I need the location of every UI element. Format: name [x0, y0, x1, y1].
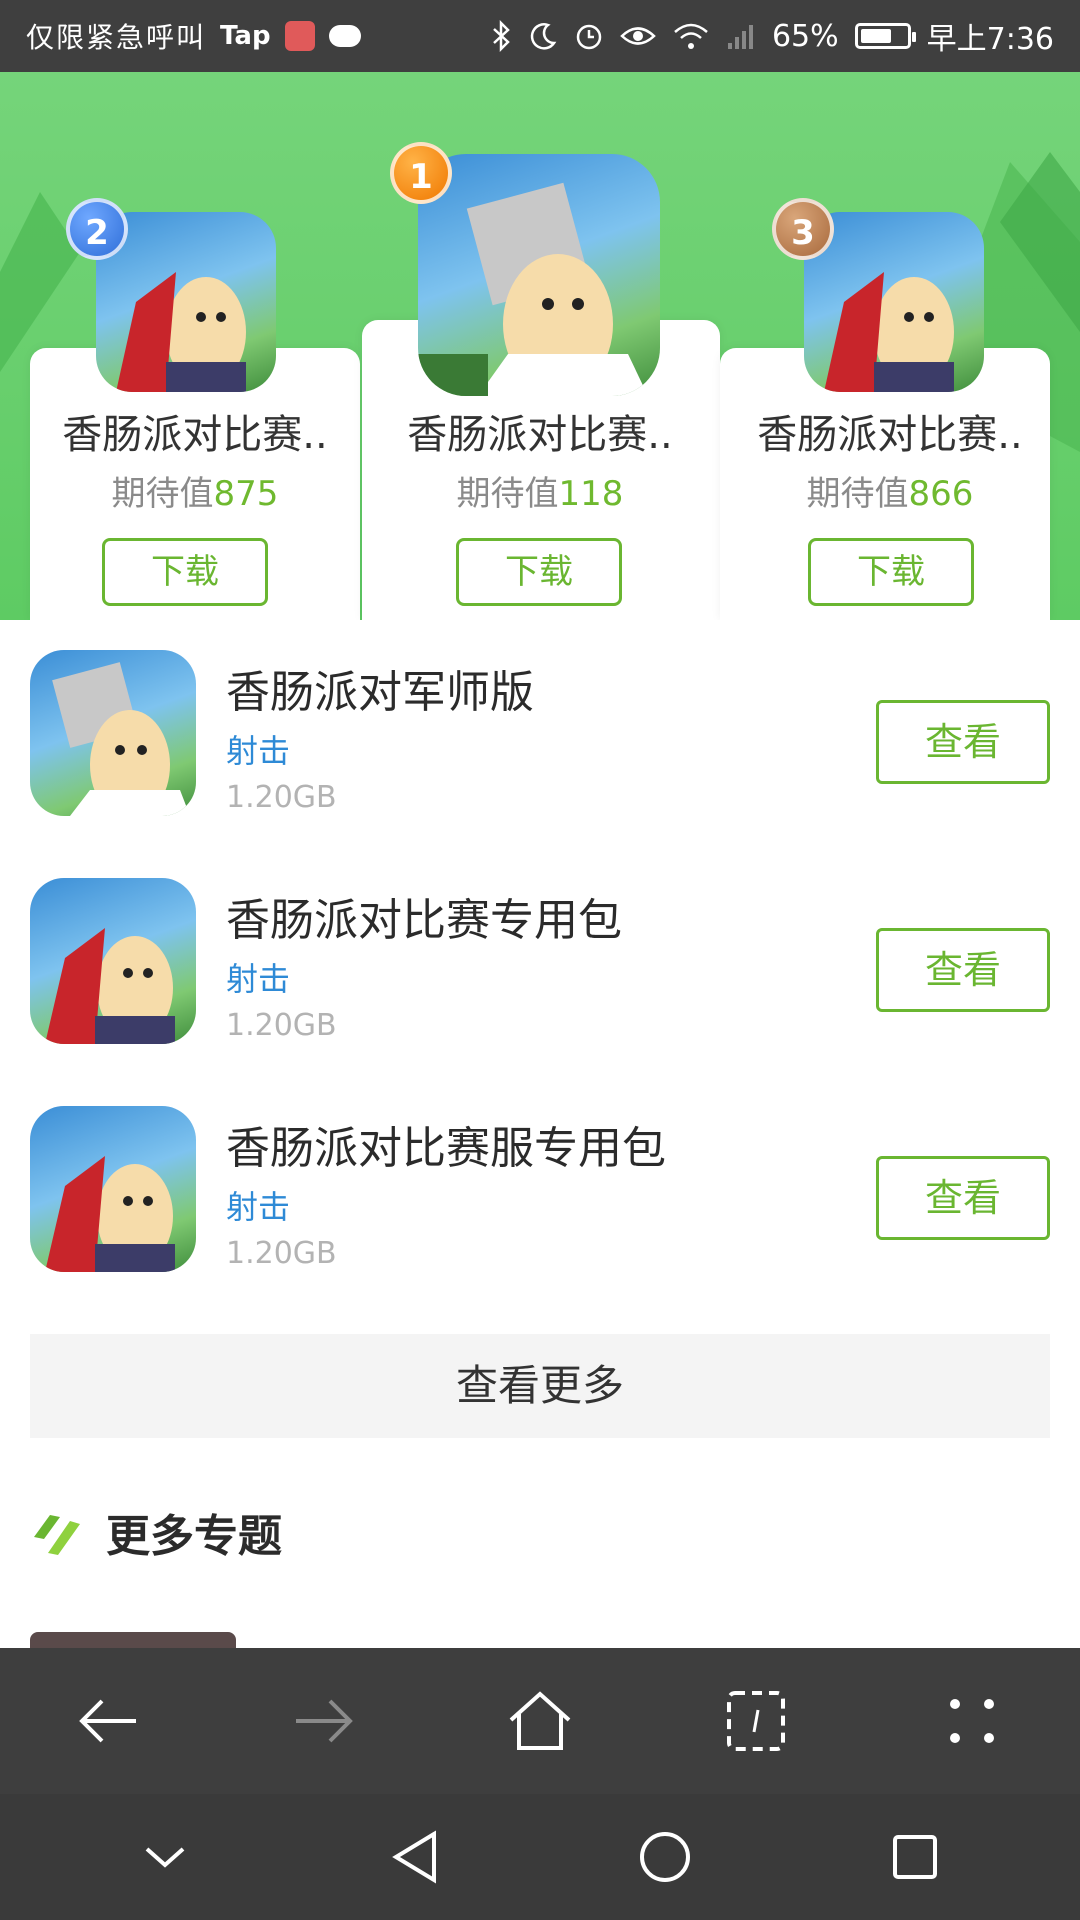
app-icon[interactable] — [30, 878, 196, 1044]
app-icon[interactable] — [30, 1106, 196, 1272]
system-nav-bar — [0, 1794, 1080, 1920]
carrier-text: 仅限紧急呼叫 — [26, 21, 207, 54]
nav-home-icon[interactable] — [615, 1807, 715, 1907]
app-icon[interactable] — [30, 650, 196, 816]
rank-3-medal: 3 — [772, 198, 834, 260]
expect-value: 118 — [558, 474, 624, 514]
back-arrow-icon[interactable] — [58, 1671, 158, 1771]
expect-value: 866 — [908, 474, 974, 514]
status-bar: 仅限紧急呼叫 Tap 65% 早上7:36 — [0, 0, 1080, 72]
list-item[interactable]: 香肠派对比赛专用包 射击 1.20GB 查看 — [0, 878, 1080, 1078]
app-title[interactable]: 香肠派对比赛服专用包 — [226, 1112, 666, 1176]
app-category[interactable]: 射击 — [226, 1182, 290, 1228]
app-title[interactable]: 香肠派对比赛专用包 — [226, 884, 622, 948]
app-category[interactable]: 射击 — [226, 954, 290, 1000]
rank-2-medal: 2 — [66, 198, 128, 260]
bluetooth-icon — [492, 20, 512, 52]
rank-1-app-icon[interactable] — [418, 154, 660, 396]
view-more-button[interactable]: 查看更多 — [30, 1334, 1050, 1438]
wifi-icon — [672, 21, 710, 51]
alarm-icon — [574, 21, 604, 51]
expect-label: 期待值 — [456, 474, 559, 514]
status-left: 仅限紧急呼叫 Tap — [26, 16, 361, 56]
eye-icon — [620, 23, 656, 49]
forward-arrow-icon[interactable] — [274, 1671, 374, 1771]
rank-2-expect: 期待值875 — [45, 466, 345, 515]
battery-icon — [854, 23, 916, 49]
book-app-icon — [284, 21, 315, 51]
rank-1-title: 香肠派对比赛.. — [407, 412, 673, 458]
app-category[interactable]: 射击 — [226, 726, 290, 772]
nav-back-icon[interactable] — [365, 1807, 465, 1907]
home-icon[interactable] — [490, 1671, 590, 1771]
view-button[interactable]: 查看 — [876, 700, 1050, 784]
expect-value: 875 — [213, 474, 279, 514]
app-size: 1.20GB — [226, 1008, 337, 1043]
section-header: 更多专题 — [30, 1500, 282, 1564]
list-item[interactable]: 香肠派对比赛服专用包 射击 1.20GB 查看 — [0, 1106, 1080, 1306]
signal-icon — [726, 21, 756, 51]
view-button[interactable]: 查看 — [876, 928, 1050, 1012]
app-title[interactable]: 香肠派对军师版 — [226, 656, 534, 720]
section-title: 更多专题 — [106, 1511, 282, 1562]
rank-1-medal: 1 — [390, 142, 452, 204]
rank-3-download-button[interactable]: 下载 — [808, 538, 974, 606]
collapse-chevron-icon[interactable] — [115, 1807, 215, 1907]
rank-2-title: 香肠派对比赛.. — [62, 412, 328, 458]
menu-dots-icon[interactable] — [922, 1671, 1022, 1771]
rank-2-download-button[interactable]: 下载 — [102, 538, 268, 606]
browser-toolbar — [0, 1648, 1080, 1794]
tap-app-label: Tap — [220, 21, 271, 51]
ranking-banner: 2 香肠派对比赛.. 期待值875 下载 1 香肠派对比赛.. 期待值118 下… — [0, 72, 1080, 620]
expect-label: 期待值 — [806, 474, 909, 514]
status-right: 65% 早上7:36 — [492, 14, 1054, 58]
tabs-icon[interactable] — [706, 1671, 806, 1771]
app-size: 1.20GB — [226, 780, 337, 815]
expect-label: 期待值 — [111, 474, 214, 514]
view-button[interactable]: 查看 — [876, 1156, 1050, 1240]
rank-3-title: 香肠派对比赛.. — [757, 412, 1023, 458]
list-item[interactable]: 香肠派对军师版 射击 1.20GB 查看 — [0, 650, 1080, 850]
clock: 早上7:36 — [926, 22, 1054, 57]
moon-icon — [528, 21, 558, 51]
battery-percent: 65% — [771, 18, 839, 54]
nav-recent-icon[interactable] — [865, 1807, 965, 1907]
rank-3-expect: 期待值866 — [740, 466, 1040, 515]
rank-1-expect: 期待值118 — [390, 466, 690, 515]
section-slash-icon — [34, 1515, 80, 1555]
app-size: 1.20GB — [226, 1236, 337, 1271]
rank-1-download-button[interactable]: 下载 — [456, 538, 622, 606]
cloud-icon — [328, 25, 361, 47]
